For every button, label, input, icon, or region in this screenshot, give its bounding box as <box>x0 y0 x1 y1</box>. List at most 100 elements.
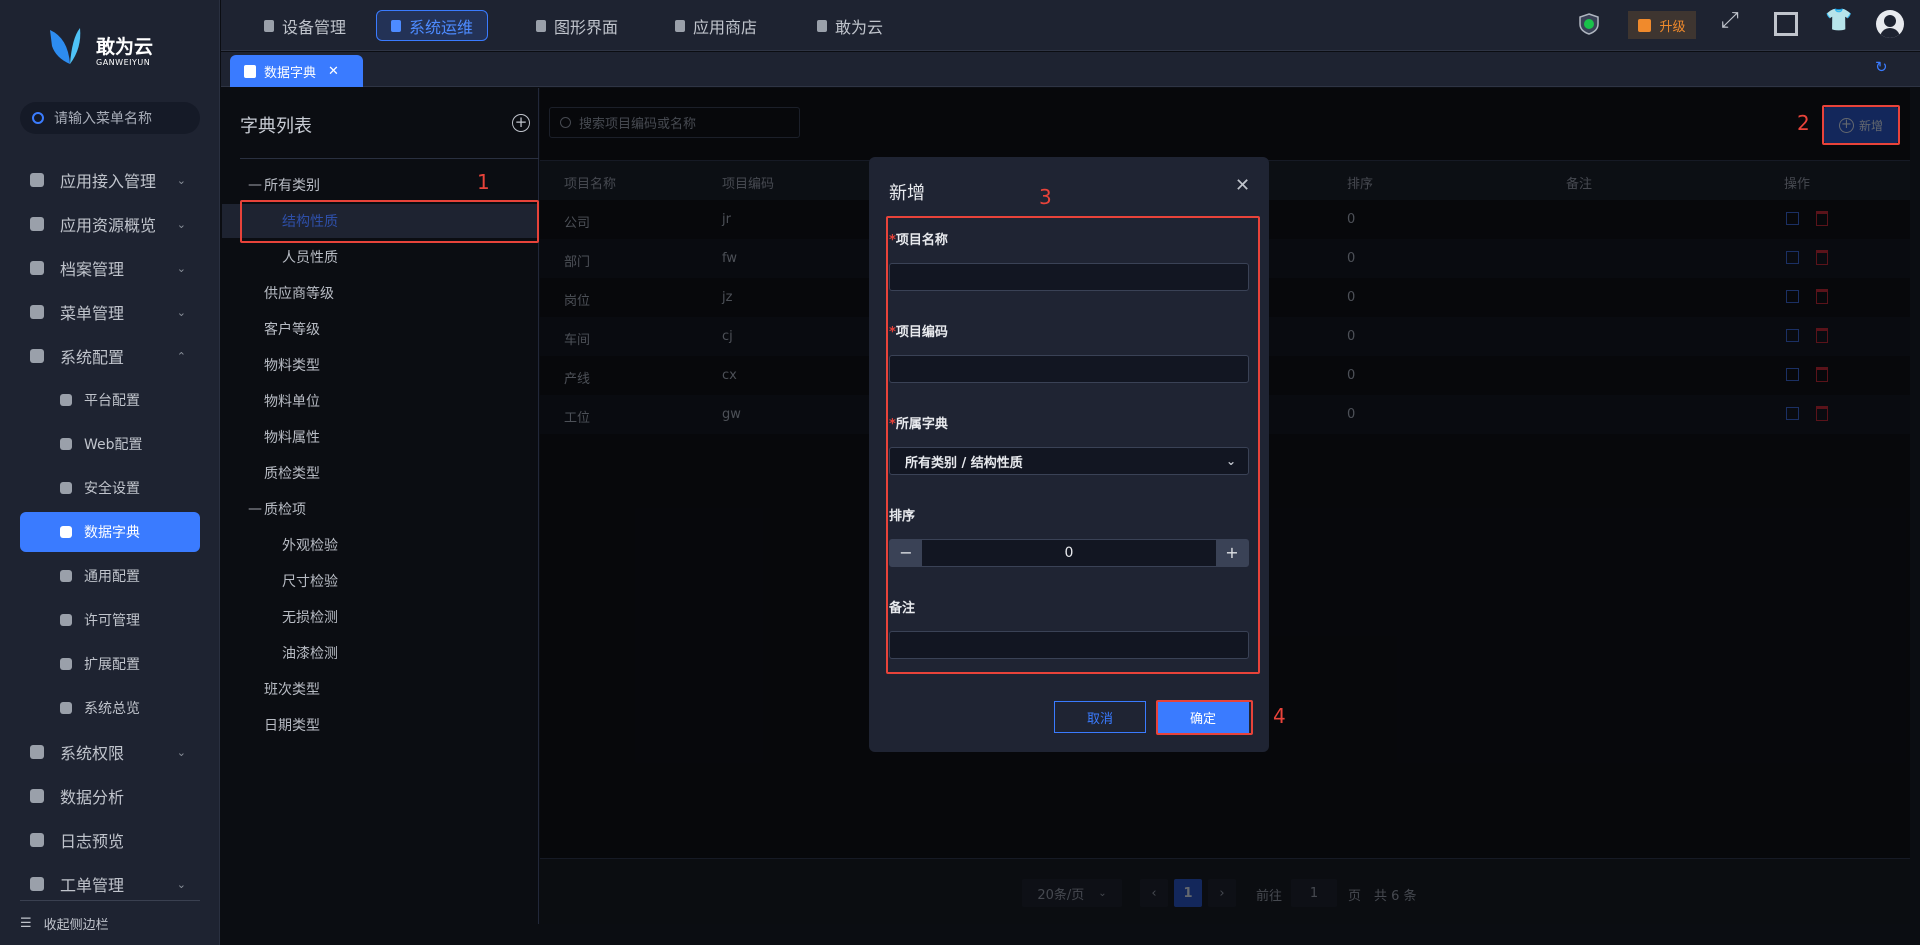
sidebar-item[interactable]: 数据分析 <box>0 776 220 816</box>
tree-item[interactable]: — 所有类别 <box>222 168 539 202</box>
dictionary-icon <box>244 64 256 78</box>
top-nav-item[interactable]: 敢为云 <box>803 10 897 41</box>
annotation-label: 2 <box>1797 111 1810 135</box>
collapse-icon[interactable]: — <box>248 501 262 517</box>
chevron-icon: ⌄ <box>176 217 186 231</box>
refresh-icon[interactable]: ↻ <box>1875 58 1888 76</box>
annotation-box-4 <box>1156 700 1253 735</box>
top-nav-item[interactable]: 系统运维 <box>376 10 489 41</box>
tree-item[interactable]: 油漆检测 <box>222 636 539 670</box>
tree-item[interactable]: 物料属性 <box>222 420 539 454</box>
butterfly-logo-icon <box>50 28 81 64</box>
nav-icon <box>817 19 827 32</box>
window-size-icon[interactable] <box>1774 12 1798 36</box>
chevron-icon: ⌄ <box>176 261 186 275</box>
chevron-icon: ⌄ <box>176 745 186 759</box>
sidebar: 敢为云 GANWEIYUN 请输入菜单名称 应用接入管理 ⌄ 应用资源概览 ⌄ 档案管理… <box>0 0 220 945</box>
sidebar-item[interactable]: 档案管理 ⌄ <box>0 248 220 288</box>
tree-item[interactable]: 尺寸检验 <box>222 564 539 598</box>
top-nav-item[interactable]: 设备管理 <box>250 10 360 41</box>
sidebar-item[interactable]: Web配置 <box>0 424 220 464</box>
menu-icon <box>60 482 72 494</box>
avatar[interactable] <box>1876 10 1904 38</box>
annotation-box-2 <box>1822 105 1900 145</box>
tree-item[interactable]: 班次类型 <box>222 672 539 706</box>
menu-icon <box>30 217 44 231</box>
menu-icon <box>60 394 72 406</box>
annotation-label: 3 <box>1039 185 1052 209</box>
sidebar-item[interactable]: 许可管理 <box>0 600 220 640</box>
top-nav-item[interactable]: 图形界面 <box>522 10 632 41</box>
sidebar-item[interactable]: 系统配置 ⌃ <box>0 336 220 376</box>
sidebar-item[interactable]: 应用资源概览 ⌄ <box>0 204 220 244</box>
sidebar-item[interactable]: 菜单管理 ⌄ <box>0 292 220 332</box>
menu-icon <box>30 789 44 803</box>
dialog-title: 新增 <box>889 183 925 204</box>
tree-item[interactable]: 供应商等级 <box>222 276 539 310</box>
divider <box>20 900 200 901</box>
sidebar-item[interactable]: 扩展配置 <box>0 644 220 684</box>
chevron-icon: ⌄ <box>176 877 186 891</box>
tree-item[interactable]: 物料单位 <box>222 384 539 418</box>
collapse-sidebar-button[interactable]: ☰ 收起侧边栏 <box>20 914 109 933</box>
annotation-box-1 <box>240 200 539 243</box>
nav-icon <box>536 19 546 32</box>
tree-item[interactable]: 日期类型 <box>222 708 539 742</box>
menu-icon <box>60 570 72 582</box>
top-nav-item[interactable]: 应用商店 <box>661 10 771 41</box>
close-icon[interactable]: ✕ <box>1235 175 1250 196</box>
menu-icon <box>60 658 72 670</box>
sidebar-item[interactable]: 日志预览 <box>0 820 220 860</box>
menu-icon <box>30 261 44 275</box>
add-dictionary-icon[interactable]: + <box>512 114 530 132</box>
menu-icon <box>60 702 72 714</box>
chevron-icon: ⌄ <box>176 173 186 187</box>
tree-title: 字典列表 <box>240 116 312 137</box>
fullscreen-icon[interactable]: ⤢ <box>1721 8 1745 33</box>
upgrade-icon <box>1638 18 1652 32</box>
sidebar-item[interactable]: 工单管理 ⌄ <box>0 864 220 904</box>
tree-item[interactable]: 客户等级 <box>222 312 539 346</box>
search-icon <box>32 112 44 124</box>
annotation-label: 1 <box>477 170 490 194</box>
menu-icon <box>30 173 44 187</box>
theme-shirt-icon[interactable]: 👕 <box>1825 8 1852 33</box>
shield-icon[interactable] <box>1577 12 1601 36</box>
menu-icon <box>30 745 44 759</box>
menu-icon <box>30 305 44 319</box>
menu-search-input[interactable]: 请输入菜单名称 <box>20 102 200 134</box>
tab-data-dictionary[interactable]: 数据字典 ✕ <box>230 55 363 87</box>
divider <box>240 158 539 159</box>
tree-item[interactable]: 无损检测 <box>222 600 539 634</box>
cancel-button[interactable]: 取消 <box>1054 701 1146 733</box>
sidebar-item[interactable]: 系统总览 <box>0 688 220 728</box>
nav-icon <box>264 19 274 32</box>
collapse-icon[interactable]: — <box>248 177 262 193</box>
tree-item[interactable]: — 质检项 <box>222 492 539 526</box>
sidebar-item[interactable]: 应用接入管理 ⌄ <box>0 160 220 200</box>
menu-icon <box>60 526 72 538</box>
menu-icon <box>60 438 72 450</box>
sidebar-item[interactable]: 平台配置 <box>0 380 220 420</box>
collapse-icon: ☰ <box>20 916 32 931</box>
tree-item[interactable]: 人员性质 <box>222 240 539 274</box>
tree-item[interactable]: 质检类型 <box>222 456 539 490</box>
menu-icon <box>30 833 44 847</box>
upgrade-button[interactable]: 升级 <box>1628 11 1696 39</box>
sidebar-item[interactable]: 安全设置 <box>0 468 220 508</box>
chevron-icon: ⌃ <box>176 349 186 363</box>
sidebar-item[interactable]: 系统权限 ⌄ <box>0 732 220 772</box>
sidebar-item[interactable]: 通用配置 <box>0 556 220 596</box>
tree-item[interactable]: 物料类型 <box>222 348 539 382</box>
top-bar: 设备管理 系统运维 图形界面 应用商店 敢为云 升级 ⤢ 👕 <box>221 0 1920 51</box>
close-tab-icon[interactable]: ✕ <box>328 64 339 79</box>
annotation-box-3 <box>886 216 1260 674</box>
sidebar-item[interactable]: 数据字典 <box>20 512 200 552</box>
tree-item[interactable]: 外观检验 <box>222 528 539 562</box>
tab-bar: 数据字典 ✕ ↻ <box>221 52 1920 87</box>
nav-icon <box>391 19 401 32</box>
menu-icon <box>30 349 44 363</box>
nav-icon <box>675 19 685 32</box>
logo: 敢为云 GANWEIYUN <box>46 24 166 74</box>
annotation-label: 4 <box>1273 704 1286 728</box>
